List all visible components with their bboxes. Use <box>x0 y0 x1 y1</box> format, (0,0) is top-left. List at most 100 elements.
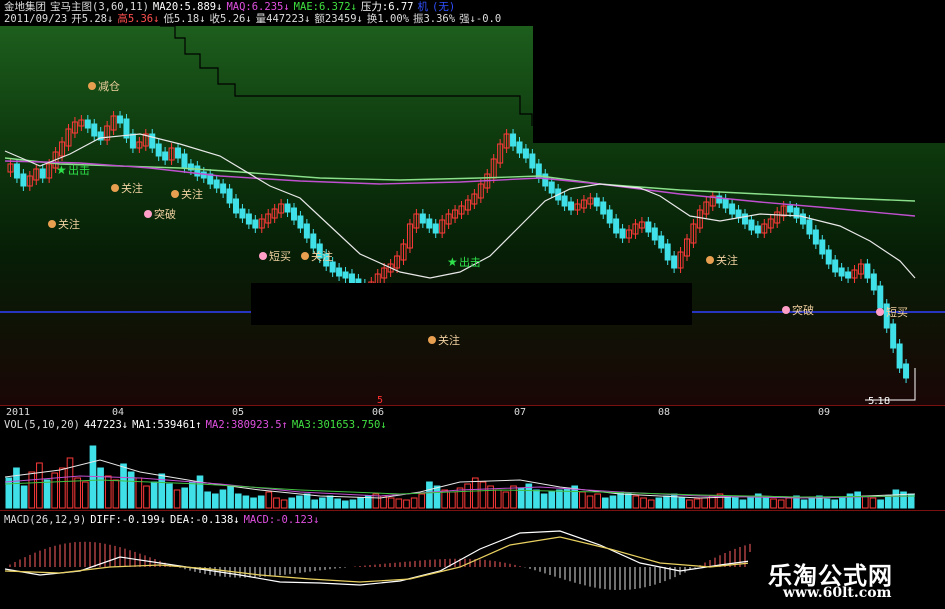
maq-value: MAQ:6.235↓ <box>226 1 290 13</box>
candle <box>548 177 555 198</box>
volume-bar <box>143 485 150 509</box>
volume-bar <box>43 479 51 509</box>
indicator-header: 金地集团 宝马主图(3,60,11) MA20:5.889↓ MAQ:6.235↓ MA… <box>4 1 459 13</box>
volume-bar <box>892 489 900 509</box>
volume-bar <box>831 499 839 509</box>
macd-header: MACD(26,12,9) DIFF:-0.199↓ DEA:-0.138↓ MACD… <box>4 514 323 526</box>
candle <box>864 259 871 283</box>
vol-ma3: MA3:301653.750↓ <box>291 419 387 431</box>
candle <box>252 215 259 233</box>
signal-marker: 突破 <box>144 207 176 221</box>
volume-bar <box>349 499 357 509</box>
volume-bar <box>510 485 517 509</box>
redacted-region <box>251 283 692 325</box>
dot-icon <box>876 308 884 316</box>
dot-icon <box>171 190 179 198</box>
macd-value: MACD:-0.123↓ <box>243 514 320 526</box>
candle <box>142 129 149 151</box>
candle <box>406 219 413 253</box>
mae-value: MAE:6.372↓ <box>293 1 357 13</box>
quote-close: 收5.26↓ <box>209 13 252 25</box>
candle <box>741 209 748 229</box>
volume-bar <box>670 493 678 509</box>
volume-chart[interactable] <box>0 432 945 510</box>
volume-bar <box>357 497 364 509</box>
volume-bar <box>632 495 640 509</box>
axis-label-09: 09 <box>818 407 831 418</box>
signal-label: 出击 <box>68 163 90 177</box>
volume-bar <box>464 483 471 509</box>
quote-turnover: 换1.00% <box>366 13 409 25</box>
candle <box>439 215 446 238</box>
volume-bar <box>166 483 173 509</box>
vol-value: 447223↓ <box>83 419 129 431</box>
volume-bar <box>59 467 66 509</box>
dot-icon <box>144 210 152 218</box>
vol-name: VOL(5,10,20) <box>4 419 80 431</box>
candle <box>838 263 845 281</box>
candle <box>658 231 665 253</box>
volume-bar <box>823 498 831 509</box>
stock-chart-window: 金地集团 宝马主图(3,60,11) MA20:5.889↓ MAQ:6.235↓ MA… <box>0 0 945 609</box>
candle <box>400 239 407 265</box>
quote-strength: 强↓-0.0 <box>459 13 502 25</box>
candle <box>426 214 433 233</box>
volume-bar <box>303 493 311 509</box>
candle <box>162 147 169 165</box>
candle <box>168 143 175 165</box>
volume-bar <box>678 497 686 509</box>
candle <box>793 203 800 223</box>
volume-bar <box>426 481 433 509</box>
candle <box>503 129 510 153</box>
volume-bar <box>242 495 250 509</box>
candle <box>799 209 806 229</box>
axis-label-04: 04 <box>112 407 125 418</box>
candle <box>729 199 736 219</box>
volume-bar <box>189 481 196 509</box>
volume-bar <box>234 493 242 509</box>
signal-marker: 短买 <box>259 249 291 263</box>
signal-label: 出击 <box>459 255 481 269</box>
signal-label: 短买 <box>886 305 908 319</box>
watermark-url: www.60lt.com <box>783 585 892 601</box>
signal-marker: 突破 <box>782 303 814 317</box>
volume-bar <box>13 467 20 509</box>
quote-volume: 量447223↓ <box>255 13 311 25</box>
candle <box>896 339 903 373</box>
candle <box>580 195 587 213</box>
candle <box>71 117 78 138</box>
candle <box>220 179 227 198</box>
candle <box>722 194 729 213</box>
volume-bar <box>250 497 257 509</box>
stock-name: 金地集团 <box>4 1 46 13</box>
time-axis: 2011 04 05 06 07 08 09 5 <box>0 395 945 420</box>
volume-bar <box>693 498 701 509</box>
volume-bar <box>135 477 143 509</box>
dot-icon <box>48 220 56 228</box>
main-chart[interactable]: 减仓★ 出击关注 关注关注突破短买 关注 ★ 出击关注关注突破 短买 5.18 <box>0 26 945 406</box>
volume-bar <box>418 493 426 509</box>
volume-bar <box>655 497 663 509</box>
candle <box>632 219 639 239</box>
candle <box>529 149 536 173</box>
volume-bar <box>800 499 808 509</box>
candle <box>671 251 678 273</box>
volume-bar <box>227 485 234 509</box>
candle <box>136 137 143 153</box>
candle <box>890 319 897 353</box>
signal-marker: ★ 出击 <box>447 255 481 269</box>
candle <box>265 209 272 228</box>
volume-bar <box>533 489 540 509</box>
volume-bar <box>548 491 556 509</box>
candle <box>336 263 343 281</box>
volume-bar <box>601 497 609 509</box>
candle <box>690 219 697 248</box>
candle <box>207 169 214 189</box>
candle <box>110 111 117 135</box>
volume-header: VOL(5,10,20) 447223↓ MA1:539461↑ MA2:380923… <box>4 419 391 431</box>
axis-label-06: 06 <box>372 407 385 418</box>
volume-bar <box>724 495 731 509</box>
candle <box>290 203 297 225</box>
volume-bar <box>341 500 349 509</box>
volume-bar <box>112 479 120 509</box>
